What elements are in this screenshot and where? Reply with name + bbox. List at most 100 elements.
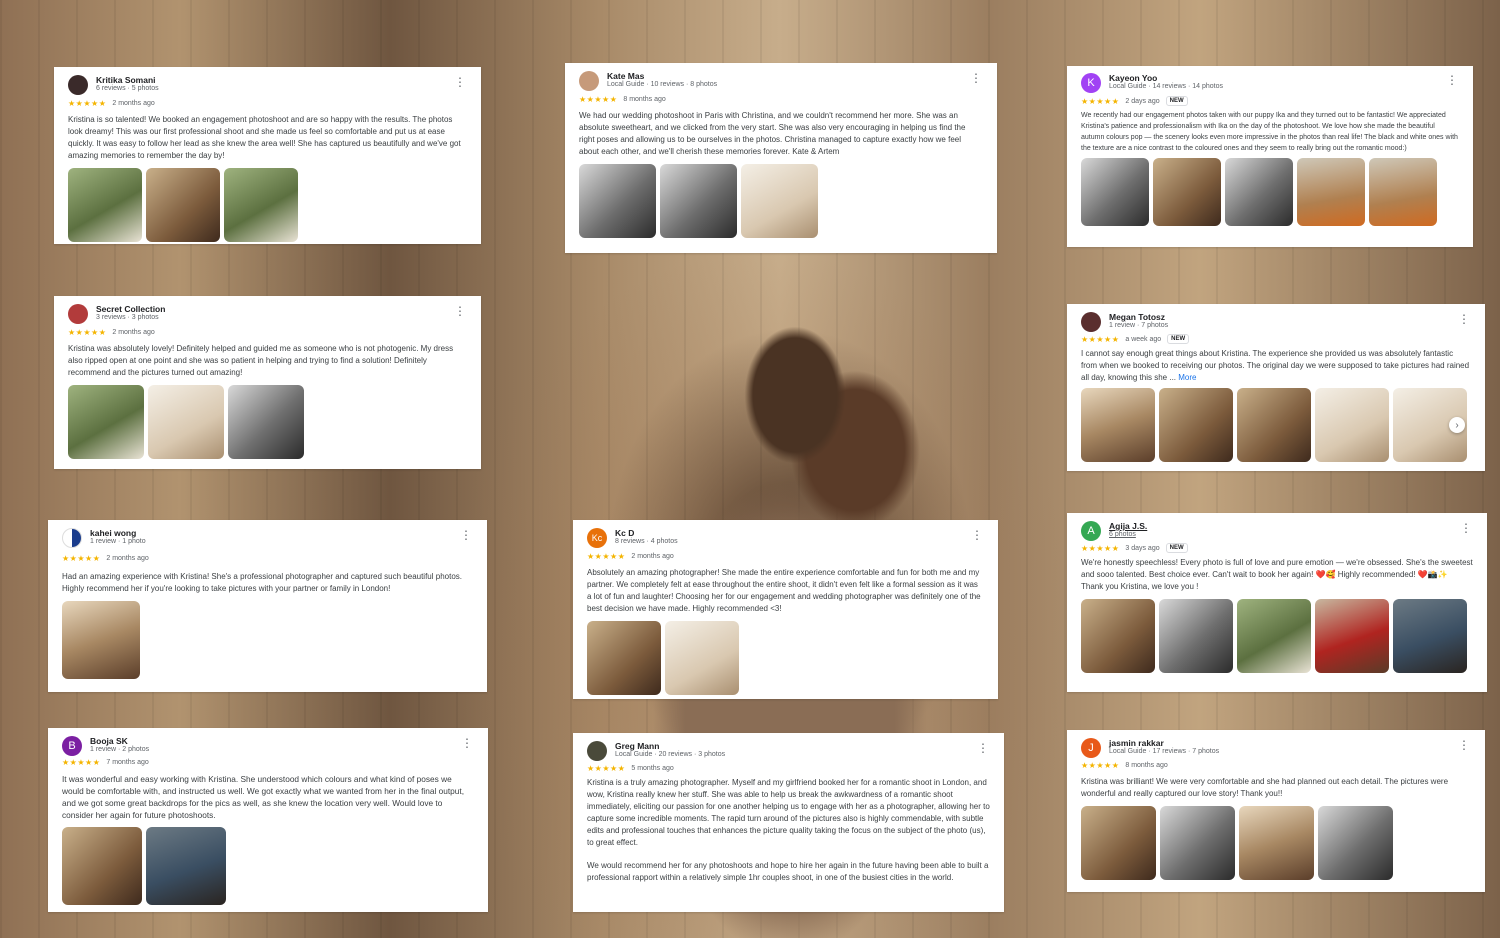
new-badge: NEW: [1165, 543, 1188, 553]
review-photo[interactable]: [148, 385, 224, 459]
more-vert-icon[interactable]: ⋮: [1457, 739, 1471, 751]
reviewer-meta: Local Guide · 10 reviews · 8 photos: [607, 81, 718, 89]
review-photo[interactable]: [1225, 158, 1293, 226]
review-photo[interactable]: [587, 621, 661, 695]
reviewer-meta: 1 review · 1 photo: [90, 538, 146, 546]
review-photo[interactable]: [1081, 806, 1156, 880]
review-text: We're honestly speechless! Every photo i…: [1081, 558, 1473, 579]
review-date: 5 months ago: [631, 765, 674, 772]
review-date: 2 months ago: [106, 555, 149, 562]
review-photo[interactable]: [1159, 388, 1233, 462]
review-photo[interactable]: [660, 164, 737, 238]
reviewer-name[interactable]: Megan Totosz: [1109, 312, 1168, 322]
star-rating: ★★★★★: [587, 552, 626, 561]
review-card-agija: A Agija J.S. 6 photos ⋮ ★★★★★ 3 days ago…: [1067, 513, 1487, 692]
review-date: 8 months ago: [1125, 762, 1168, 769]
avatar: [1081, 312, 1101, 332]
review-photo[interactable]: [741, 164, 818, 238]
reviewer-name[interactable]: Greg Mann: [615, 741, 725, 751]
review-card-megan: Megan Totosz 1 review · 7 photos ⋮ ★★★★★…: [1067, 304, 1485, 471]
star-rating: ★★★★★: [62, 554, 101, 563]
star-rating: ★★★★★: [1081, 543, 1120, 553]
review-photo[interactable]: [1159, 599, 1233, 673]
reviewer-name[interactable]: Kritika Somani: [96, 75, 159, 85]
reviewer-name[interactable]: kahei wong: [90, 528, 146, 538]
review-photo[interactable]: [68, 168, 142, 242]
review-photo[interactable]: [68, 385, 144, 459]
star-rating: ★★★★★: [62, 758, 101, 767]
review-photo[interactable]: [579, 164, 656, 238]
review-text: We had our wedding photoshoot in Paris w…: [579, 111, 966, 156]
more-vert-icon[interactable]: ⋮: [1445, 74, 1459, 86]
more-vert-icon[interactable]: ⋮: [976, 742, 990, 754]
more-link[interactable]: More: [1178, 373, 1196, 382]
more-vert-icon[interactable]: ⋮: [459, 529, 473, 541]
review-photo[interactable]: [665, 621, 739, 695]
more-vert-icon[interactable]: ⋮: [1459, 522, 1473, 534]
review-photo[interactable]: [1297, 158, 1365, 226]
review-card-secret-collection: Secret Collection 3 reviews · 3 photos ⋮…: [54, 296, 481, 469]
reviewer-meta: 6 reviews · 5 photos: [96, 85, 159, 93]
review-photo[interactable]: [62, 827, 142, 905]
review-text-body: I cannot say enough great things about K…: [1081, 349, 1470, 382]
more-vert-icon[interactable]: ⋮: [970, 529, 984, 541]
review-text-thanks: Thank you Kristina, we love you !: [1081, 582, 1199, 591]
avatar: [62, 528, 82, 548]
review-photo[interactable]: [1153, 158, 1221, 226]
review-text: Kristina was absolutely lovely! Definite…: [68, 344, 454, 377]
review-photo[interactable]: [146, 827, 226, 905]
review-date: 2 months ago: [631, 553, 674, 560]
reviewer-meta: Local Guide · 14 reviews · 14 photos: [1109, 83, 1224, 91]
review-photo[interactable]: [62, 601, 140, 679]
review-photo[interactable]: [1081, 388, 1155, 462]
review-text: Absolutely an amazing photographer! She …: [587, 568, 981, 613]
review-photo[interactable]: [1237, 388, 1311, 462]
reviewer-name[interactable]: Secret Collection: [96, 304, 165, 314]
reviewer-name[interactable]: Booja SK: [90, 736, 149, 746]
review-photo[interactable]: [1081, 599, 1155, 673]
review-photo[interactable]: [1239, 806, 1314, 880]
star-rating: ★★★★★: [68, 328, 107, 337]
review-card-booja: B Booja SK 1 review · 2 photos ⋮ ★★★★★ 7…: [48, 728, 488, 912]
reviewer-name[interactable]: Kayeon Yoo: [1109, 73, 1223, 83]
review-photo[interactable]: [1237, 599, 1311, 673]
review-photo[interactable]: [1315, 599, 1389, 673]
reviewer-name[interactable]: Kc D: [615, 528, 678, 538]
review-photo[interactable]: [1315, 388, 1389, 462]
review-photo[interactable]: [1081, 158, 1149, 226]
reviewer-name[interactable]: Kate Mas: [607, 71, 717, 81]
review-photo[interactable]: [146, 168, 220, 242]
reviewer-meta: 1 review · 7 photos: [1109, 322, 1169, 330]
more-vert-icon[interactable]: ⋮: [1457, 313, 1471, 325]
reviewer-meta: Local Guide · 20 reviews · 3 photos: [615, 751, 726, 759]
review-photo[interactable]: [1393, 599, 1467, 673]
review-date: a week ago: [1125, 335, 1162, 343]
more-vert-icon[interactable]: ⋮: [969, 72, 983, 84]
more-vert-icon[interactable]: ⋮: [453, 76, 467, 88]
review-date: 3 days ago: [1125, 544, 1160, 552]
review-card-kahei: kahei wong 1 review · 1 photo ⋮ ★★★★★ 2 …: [48, 520, 487, 692]
reviewer-meta[interactable]: 6 photos: [1109, 531, 1147, 539]
star-rating: ★★★★★: [1081, 334, 1120, 344]
reviewer-meta: 8 reviews · 4 photos: [615, 538, 678, 546]
review-text: We recently had our engagement photos ta…: [1081, 112, 1458, 152]
avatar: [68, 75, 88, 95]
review-date: 2 months ago: [112, 100, 155, 107]
reviewer-name[interactable]: jasmin rakkar: [1109, 738, 1219, 748]
review-photo[interactable]: [224, 168, 298, 242]
review-text: I cannot say enough great things about K…: [1081, 348, 1471, 384]
chevron-right-icon[interactable]: ›: [1449, 417, 1465, 433]
review-photo[interactable]: [228, 385, 304, 459]
review-text: Kristina is so talented! We booked an en…: [68, 115, 461, 160]
review-card-greg: Greg Mann Local Guide · 20 reviews · 3 p…: [573, 733, 1004, 912]
more-vert-icon[interactable]: ⋮: [453, 305, 467, 317]
reviewer-name[interactable]: Agija J.S.: [1109, 521, 1147, 531]
avatar: K: [1081, 73, 1101, 93]
review-photo[interactable]: [1318, 806, 1393, 880]
more-vert-icon[interactable]: ⋮: [460, 737, 474, 749]
review-photo[interactable]: [1369, 158, 1437, 226]
review-photo[interactable]: [1160, 806, 1235, 880]
avatar: [587, 741, 607, 761]
avatar: [579, 71, 599, 91]
avatar: B: [62, 736, 82, 756]
